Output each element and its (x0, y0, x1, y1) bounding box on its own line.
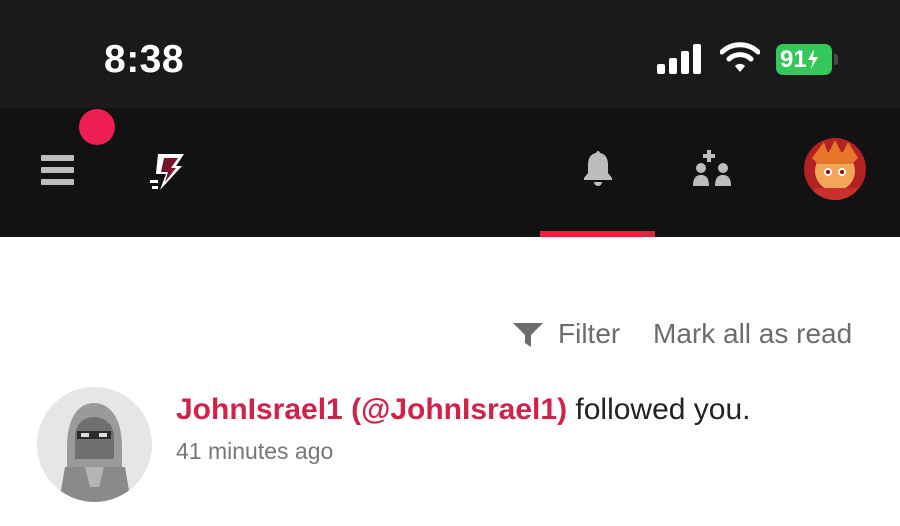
logo-icon[interactable] (148, 150, 190, 192)
signal-icon (657, 44, 701, 74)
follower-avatar[interactable] (37, 387, 152, 502)
notifications-toolbar: Filter Mark all as read (0, 314, 900, 354)
bell-icon[interactable] (582, 149, 614, 187)
nav-bar (0, 108, 900, 237)
notification-action: followed you. (567, 393, 751, 426)
notification-dot (79, 109, 115, 145)
filter-label: Filter (558, 318, 621, 349)
user-avatar[interactable] (804, 138, 866, 200)
menu-icon[interactable] (41, 155, 74, 185)
filter-icon (513, 323, 543, 347)
active-tab-indicator (540, 231, 655, 237)
battery-icon: 91 (776, 44, 838, 75)
status-bar: 8:38 91 (0, 0, 900, 108)
user-link[interactable]: JohnIsrael1 (@JohnIsrael1) (176, 393, 567, 426)
notification-item[interactable]: JohnIsrael1 (@JohnIsrael1) followed you.… (0, 385, 900, 505)
filter-button[interactable]: Filter (512, 314, 620, 354)
wifi-icon (720, 42, 760, 72)
mark-all-read-button[interactable]: Mark all as read (653, 314, 852, 354)
status-time: 8:38 (104, 38, 185, 81)
notification-time: 41 minutes ago (176, 438, 334, 464)
battery-percent: 91 (780, 46, 807, 73)
notification-text: JohnIsrael1 (@JohnIsrael1) followed you. (176, 393, 751, 427)
people-add-icon[interactable] (692, 150, 734, 188)
